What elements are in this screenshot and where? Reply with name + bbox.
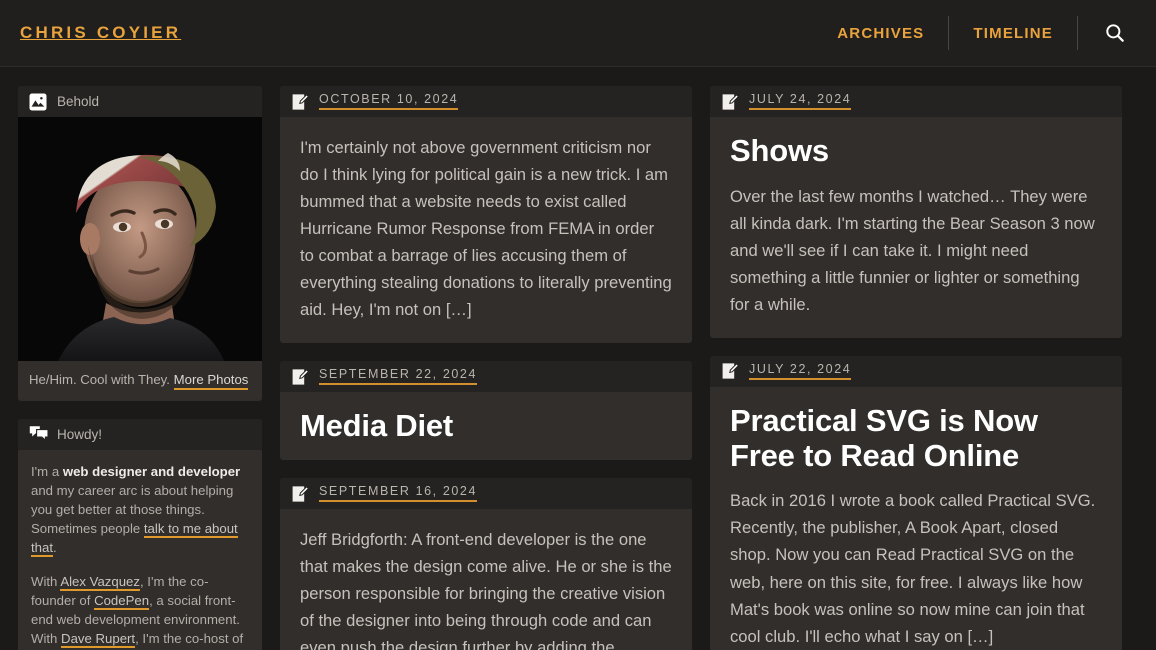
profile-photo — [18, 117, 262, 361]
search-button[interactable] — [1078, 16, 1136, 50]
right-column: July 24, 2024 Shows Over the last few mo… — [710, 86, 1122, 650]
bio-card-label: Howdy! — [57, 426, 103, 442]
post-body: Shows Over the last few months I watched… — [710, 117, 1122, 338]
bio-card: Howdy! I'm a web designer and developer … — [18, 418, 262, 650]
post-card: July 24, 2024 Shows Over the last few mo… — [710, 86, 1122, 338]
site-logo[interactable]: Chris Coyier — [20, 23, 181, 43]
bio-link-alex-vazquez[interactable]: Alex Vazquez — [60, 573, 140, 591]
post-date-link[interactable]: September 22, 2024 — [319, 368, 478, 386]
post-body: Jeff Bridgforth: A front-end developer i… — [280, 509, 692, 650]
nav-link-archives[interactable]: Archives — [813, 16, 950, 50]
chat-bubbles-icon — [29, 425, 49, 443]
post-excerpt: Over the last few months I watched… They… — [730, 186, 1095, 314]
post-write-icon — [721, 362, 740, 380]
post-date-link[interactable]: July 24, 2024 — [749, 92, 852, 110]
post-card: September 22, 2024 Media Diet — [280, 361, 692, 461]
middle-column: October 10, 2024 I'm certainly not above… — [280, 86, 692, 650]
photo-card-header: Behold — [18, 86, 262, 117]
post-card: July 22, 2024 Practical SVG is Now Free … — [710, 355, 1122, 650]
photo-card: Behold He/Him. Cool with They. More Phot… — [18, 86, 262, 401]
content-columns: Behold He/Him. Cool with They. More Phot… — [0, 67, 1156, 650]
post-card-header: July 24, 2024 — [710, 86, 1122, 117]
post-card-header: September 22, 2024 — [280, 361, 692, 393]
bio-paragraph-2: With Alex Vazquez, I'm the co-founder of… — [31, 572, 249, 650]
post-card-header: July 22, 2024 — [710, 355, 1122, 387]
photo-card-label: Behold — [57, 94, 100, 109]
bio-p1-tail: . — [53, 540, 57, 556]
nav-link-timeline[interactable]: Timeline — [949, 16, 1078, 50]
bio-card-header: Howdy! — [18, 418, 262, 450]
search-icon — [1104, 22, 1126, 44]
post-write-icon — [291, 93, 310, 111]
post-excerpt: Jeff Bridgforth: A front-end developer i… — [300, 530, 672, 650]
post-excerpt: I'm certainly not above government criti… — [300, 138, 672, 320]
main-nav: Archives Timeline — [813, 16, 1136, 50]
post-title-link[interactable]: Practical SVG is Now Free to Read Online — [730, 403, 1102, 473]
post-body: I'm certainly not above government criti… — [280, 117, 692, 343]
post-body: Media Diet — [280, 392, 692, 460]
bio-text: I'm a web designer and developer and my … — [18, 450, 262, 650]
bio-link-dave-rupert[interactable]: Dave Rupert — [61, 630, 136, 648]
bio-p2-lead: With — [31, 573, 61, 589]
post-date-link[interactable]: July 22, 2024 — [749, 362, 852, 380]
post-card: September 16, 2024 Jeff Bridgforth: A fr… — [280, 478, 692, 650]
bio-link-codepen[interactable]: CodePen — [94, 592, 150, 610]
photo-caption-text: He/Him. Cool with They. — [29, 372, 170, 387]
bio-p1-lead: I'm a — [31, 463, 63, 479]
post-title-link[interactable]: Shows — [730, 133, 1102, 169]
image-icon — [29, 93, 47, 111]
bio-p1-strong: web designer and developer — [62, 463, 241, 479]
post-date-link[interactable]: September 16, 2024 — [319, 484, 478, 502]
photo-caption: He/Him. Cool with They. More Photos — [18, 361, 262, 401]
post-write-icon — [291, 485, 310, 503]
post-write-icon — [291, 368, 310, 386]
bio-paragraph-1: I'm a web designer and developer and my … — [31, 462, 249, 558]
post-card-header: September 16, 2024 — [280, 478, 692, 510]
post-title-link[interactable]: Media Diet — [300, 409, 672, 444]
more-photos-link[interactable]: More Photos — [173, 372, 249, 390]
post-card: October 10, 2024 I'm certainly not above… — [280, 86, 692, 344]
sidebar-column: Behold He/Him. Cool with They. More Phot… — [18, 86, 262, 650]
post-excerpt: Back in 2016 I wrote a book called Pract… — [730, 491, 1096, 646]
post-write-icon — [721, 93, 740, 111]
post-date-link[interactable]: October 10, 2024 — [319, 92, 459, 110]
post-body: Practical SVG is Now Free to Read Online… — [710, 387, 1122, 650]
site-header: Chris Coyier Archives Timeline — [0, 0, 1156, 67]
post-card-header: October 10, 2024 — [280, 86, 692, 117]
